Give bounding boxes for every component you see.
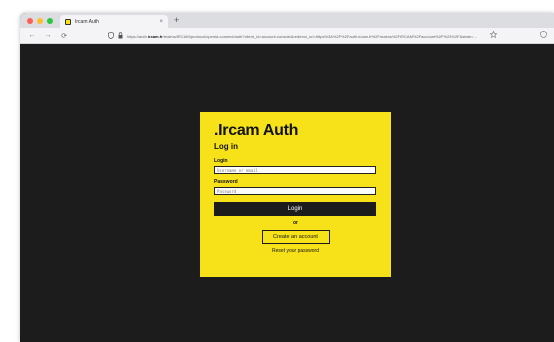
create-account-button[interactable]: Create an account <box>261 230 330 244</box>
bookmark-star-icon[interactable] <box>489 30 498 40</box>
login-card: .Ircam Auth Log in Login Username or ema… <box>200 112 391 277</box>
tab-strip: Ircam Auth × + <box>20 13 554 28</box>
url-host: ircam.fr <box>147 33 163 39</box>
browser-toolbar: ← → ⟳ https://auth.ircam.fr/realms/IRCAM… <box>20 28 554 44</box>
forward-icon[interactable]: → <box>44 32 52 39</box>
lock-icon <box>118 31 123 41</box>
browser-window: Ircam Auth × + ← → ⟳ https://auth.ircam.… <box>20 13 554 342</box>
shield-menu-icon[interactable] <box>540 31 547 40</box>
page-title: Log in <box>214 142 238 151</box>
address-bar[interactable]: https://auth.ircam.fr/realms/IRCAM/proto… <box>108 31 510 41</box>
url-prefix: https://auth. <box>127 33 148 39</box>
close-window-button[interactable] <box>27 17 33 24</box>
tab-close-icon[interactable]: × <box>159 19 163 25</box>
url-text: https://auth.ircam.fr/realms/IRCAM/proto… <box>127 34 477 39</box>
password-input[interactable]: Password <box>214 187 376 195</box>
back-icon[interactable]: ← <box>28 32 36 39</box>
shield-icon <box>108 31 114 41</box>
new-tab-button[interactable]: + <box>174 15 179 25</box>
brand-title: .Ircam Auth <box>214 122 299 139</box>
tab-ircam-auth[interactable]: Ircam Auth × <box>60 15 168 28</box>
favicon-icon <box>65 18 71 25</box>
reload-icon[interactable]: ⟳ <box>60 32 68 40</box>
tab-title: Ircam Auth <box>75 18 99 25</box>
window-controls <box>27 17 53 24</box>
url-path: /realms/IRCAM/protocol/openid-connect/au… <box>162 33 478 39</box>
login-label: Login <box>214 158 228 164</box>
login-input[interactable]: Username or email <box>214 166 376 174</box>
reset-password-link[interactable]: Reset your password <box>214 248 377 254</box>
page-content: .Ircam Auth Log in Login Username or ema… <box>20 44 554 342</box>
login-button[interactable]: Login <box>214 202 376 216</box>
password-label: Password <box>214 179 238 185</box>
minimize-window-button[interactable] <box>37 17 43 24</box>
or-divider: or <box>293 220 298 226</box>
zoom-window-button[interactable] <box>47 17 53 24</box>
